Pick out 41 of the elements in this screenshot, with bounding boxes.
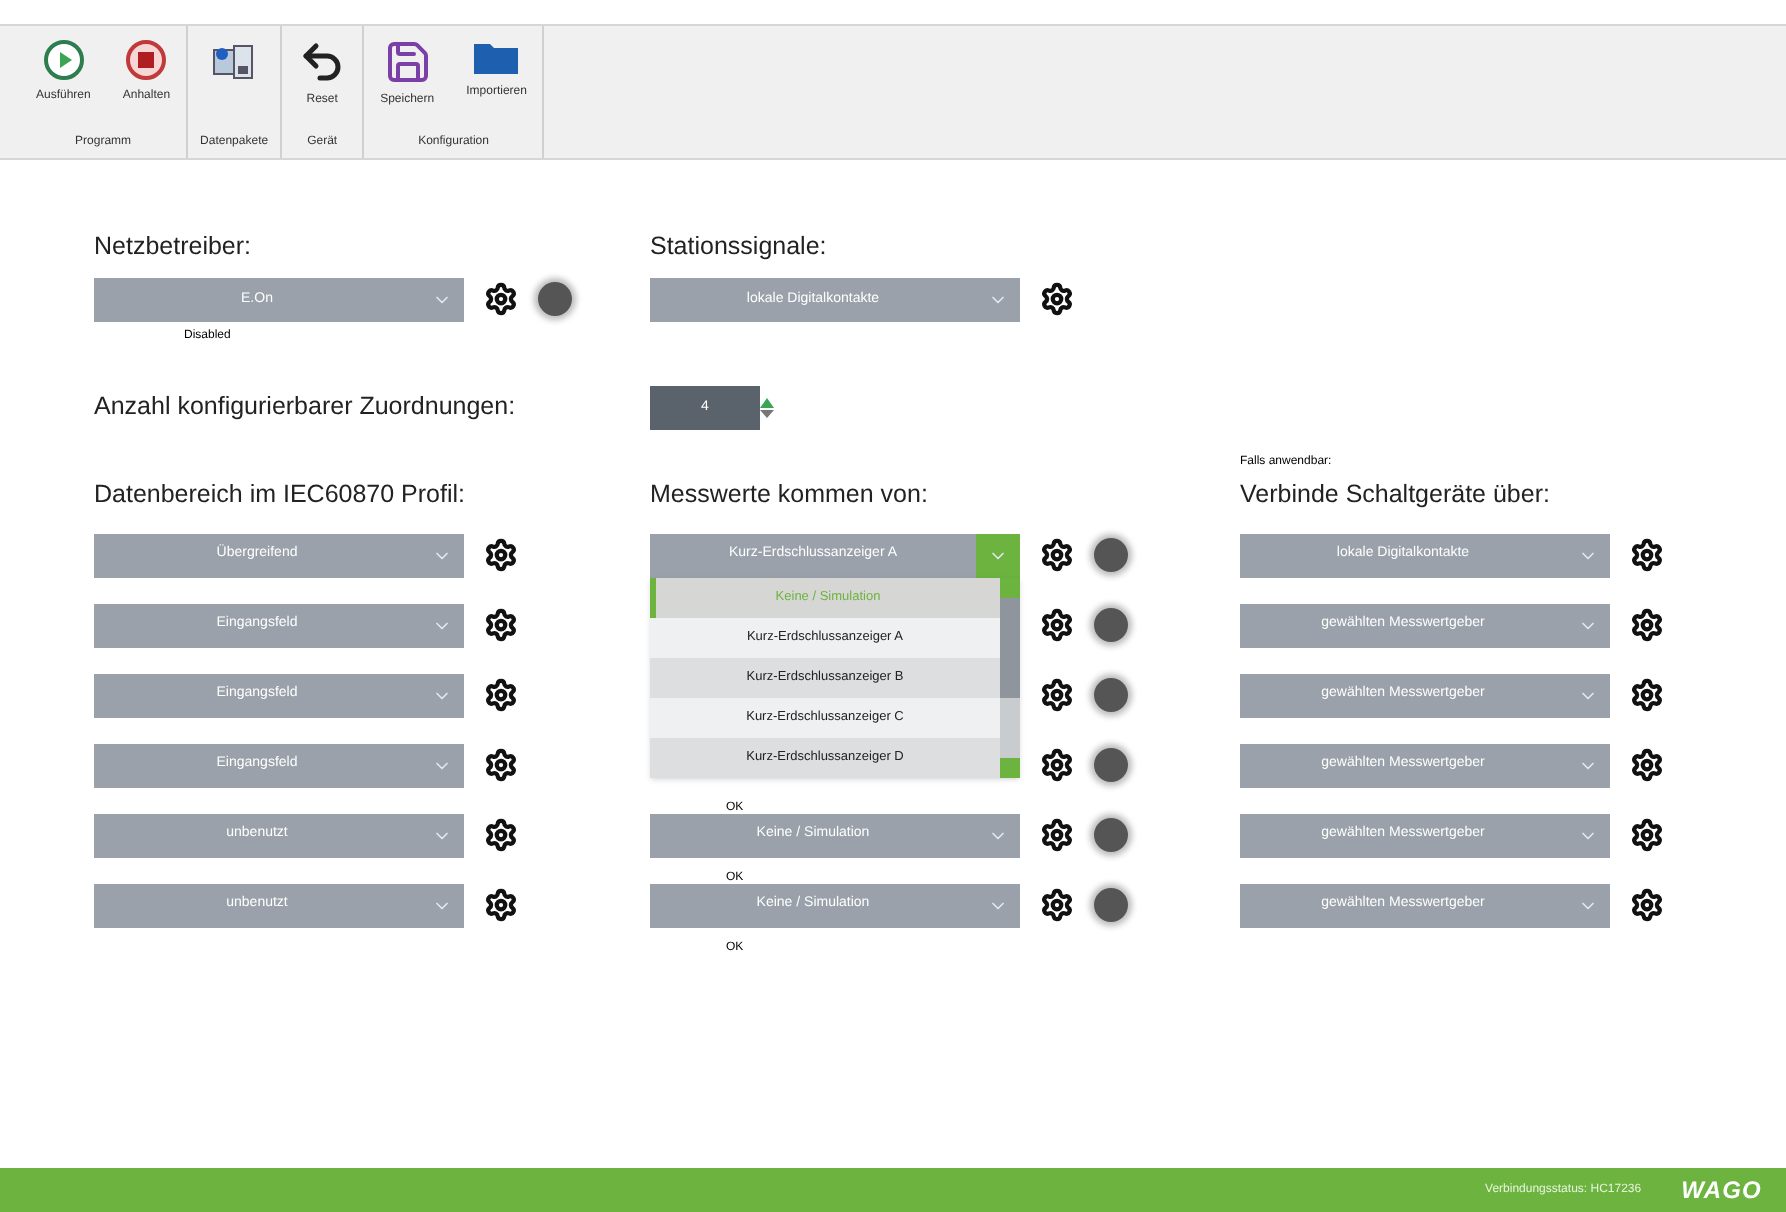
status-indicator (538, 282, 572, 317)
section-heading: Messwerte kommen von: (650, 477, 930, 512)
section-heading: Stationssignale: (650, 230, 829, 264)
dropdown-toggle[interactable] (976, 533, 1020, 577)
settings-icon[interactable] (484, 748, 518, 782)
settings-icon[interactable] (1040, 608, 1074, 642)
settings-icon[interactable] (1040, 818, 1074, 852)
section-heading: Datenbereich im IEC60870 Profil: (94, 477, 468, 512)
folder-icon (472, 38, 521, 78)
stop-icon (124, 38, 169, 82)
status-indicator (1094, 678, 1128, 712)
settings-icon[interactable] (1040, 538, 1074, 572)
status-indicator (1094, 748, 1128, 782)
settings-icon[interactable] (1040, 282, 1074, 317)
spinner-arrows-icon[interactable] (760, 397, 774, 418)
settings-icon[interactable] (1630, 608, 1664, 642)
settings-icon[interactable] (1040, 888, 1074, 922)
section-heading: Netzbetreiber: (94, 230, 254, 264)
settings-icon[interactable] (1630, 818, 1664, 852)
settings-icon[interactable] (484, 282, 518, 317)
section-heading: Anzahl konfigurierbarer Zuordnungen: (94, 390, 518, 425)
settings-icon[interactable] (484, 678, 518, 712)
settings-icon[interactable] (484, 818, 518, 852)
settings-icon[interactable] (1040, 678, 1074, 712)
status-indicator (1094, 888, 1128, 922)
settings-icon[interactable] (484, 888, 518, 922)
settings-icon[interactable] (1630, 678, 1664, 712)
brand-logo: WAGO (1681, 1174, 1762, 1208)
status-indicator (1094, 538, 1128, 572)
settings-icon[interactable] (1040, 748, 1074, 782)
play-icon (41, 38, 86, 82)
settings-icon[interactable] (1630, 888, 1664, 922)
settings-icon[interactable] (484, 538, 518, 572)
section-heading: Verbinde Schaltgeräte über: (1240, 477, 1552, 512)
status-indicator (1094, 608, 1128, 642)
status-indicator (1094, 818, 1128, 852)
save-icon (383, 38, 432, 86)
settings-icon[interactable] (1630, 748, 1664, 782)
settings-icon[interactable] (1630, 538, 1664, 572)
settings-icon[interactable] (484, 608, 518, 642)
scrollbar[interactable] (1000, 577, 1020, 777)
